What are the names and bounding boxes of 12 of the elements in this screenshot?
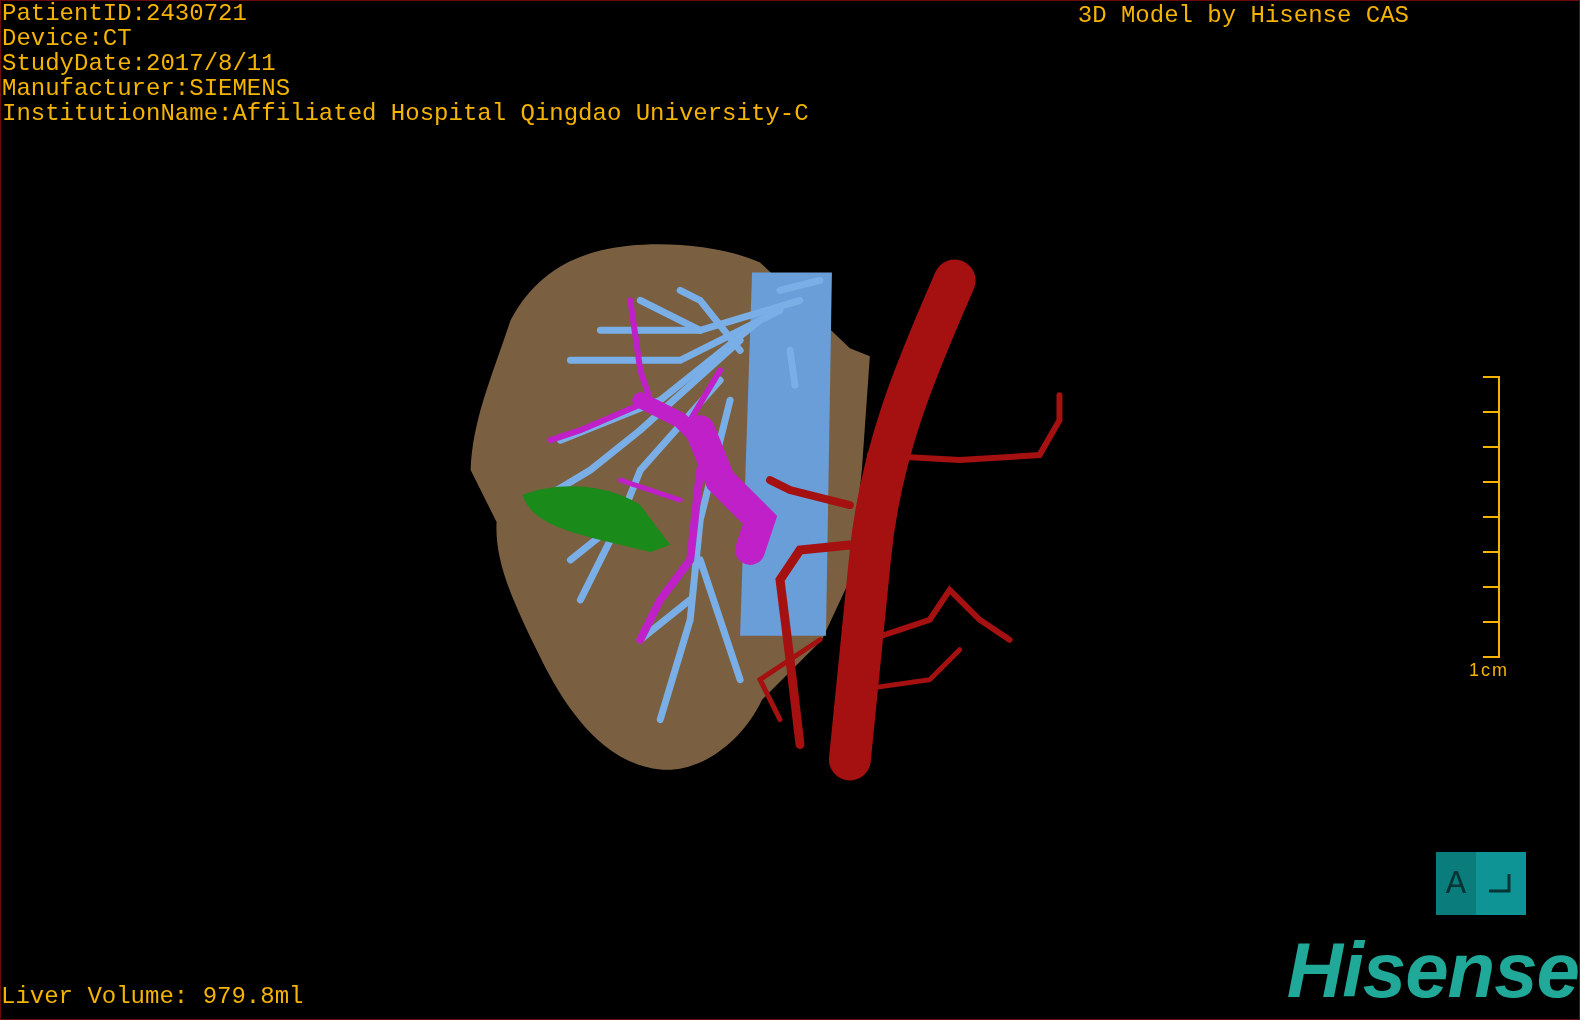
corner-icon	[1489, 873, 1513, 894]
patient-info-text: Device:CT	[2, 26, 133, 51]
viewer-title: 3D Model by Hisense CAS	[1077, 1, 1410, 28]
patient-info-text: InstitutionName:Affiliated Hospital Qingdao University-C	[2, 101, 809, 126]
scale-ruler-icon	[1483, 376, 1501, 658]
scale-label: 1cm	[1469, 660, 1509, 681]
patient-info-text: StudyDate:2017/8/11	[2, 51, 277, 76]
liver-volume-text: Liver Volume: 979.8ml	[1, 984, 304, 1012]
patient-info-text: PatientID:2430721	[2, 1, 248, 26]
brand-logo: Hisense	[1286, 935, 1579, 1016]
patient-info-text: Manufacturer:SIEMENS	[2, 76, 292, 101]
orientation-widget[interactable]: A	[1436, 852, 1526, 915]
